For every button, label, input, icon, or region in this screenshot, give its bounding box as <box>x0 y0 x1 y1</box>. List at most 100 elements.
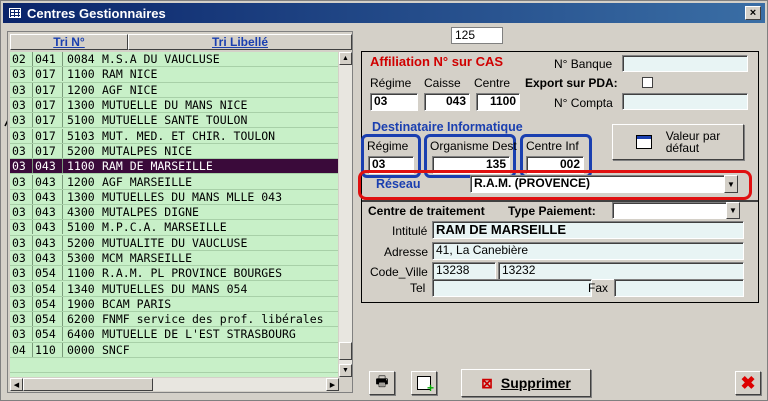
list-item[interactable]: 03 043 1300 MUTUELLES DU MANS MLLE 043 <box>10 189 338 205</box>
label-cell: M.P.C.A. MARSEILLE <box>102 220 227 235</box>
scroll-right-icon[interactable]: ▶ <box>326 378 339 391</box>
reseau-dropdown-icon[interactable]: ▼ <box>724 175 738 193</box>
centre-cell: 6200 <box>62 312 98 327</box>
label-cell: SNCF <box>102 342 130 357</box>
list-item[interactable]: 03 054 1900 BCAM PARIS <box>10 296 338 313</box>
label-cell: MUT. MED. ET CHIR. TOULON <box>102 128 276 143</box>
caisse-cell: 041 <box>32 52 62 67</box>
region-cell: 03 <box>12 159 26 174</box>
region-cell: 03 <box>12 143 26 158</box>
list-item[interactable]: 03 054 6200 FNMF service des prof. libérale… <box>10 312 338 328</box>
list-item[interactable]: 03 017 1100 RAM NICE <box>10 67 338 83</box>
adresse-field[interactable]: 41, La Canebière <box>432 242 744 260</box>
caisse-cell: 017 <box>32 143 62 158</box>
scroll-up-icon[interactable]: ▲ <box>339 52 352 65</box>
caisse-cell: 043 <box>32 235 62 250</box>
list-item[interactable]: 03 054 1340 MUTUELLES DU MANS 054 <box>10 281 338 297</box>
scroll-thumb[interactable] <box>339 342 352 360</box>
centres-list-panel: Tri N° Tri Libellé 02 041 0084 M.S.A DU VAU… <box>7 31 353 393</box>
app-icon <box>9 8 21 18</box>
reseau-label: Réseau <box>376 177 421 191</box>
label-cell: MUTUELLE DU MANS NICE <box>102 98 248 113</box>
scroll-down-icon[interactable]: ▼ <box>339 364 352 377</box>
list-item[interactable]: 03 017 5100 MUTUELLE SANTE TOULON <box>10 113 338 129</box>
list-item[interactable]: 04 110 0000 SNCF <box>10 342 338 358</box>
ville-field[interactable]: 13232 <box>498 262 744 280</box>
intitule-field[interactable]: RAM DE MARSEILLE <box>432 221 744 239</box>
caisse-field[interactable]: 043 <box>424 93 470 111</box>
caisse-cell: 043 <box>32 174 62 189</box>
window-close-button[interactable]: × <box>745 6 761 20</box>
list-item[interactable]: 03 017 1200 AGF NICE <box>10 82 338 98</box>
fax-label: Fax <box>588 281 609 295</box>
type-paiement-dropdown-icon[interactable]: ▼ <box>726 202 740 219</box>
list-horizontal-scrollbar[interactable]: ◀ ▶ <box>10 378 339 391</box>
region-cell: 03 <box>12 281 26 296</box>
list-item[interactable]: 03 043 5200 MUTUALITE DU VAUCLUSE <box>10 235 338 251</box>
list-item[interactable]: 03 043 1100 RAM DE MARSEILLE <box>10 159 338 175</box>
code-field[interactable]: 13238 <box>432 262 496 280</box>
list-item[interactable]: 03 043 1200 AGF MARSEILLE <box>10 174 338 190</box>
close-form-button[interactable]: ✖ <box>735 371 761 395</box>
window: Centres Gestionnaires × Tri N° Tri Libel… <box>0 0 768 401</box>
caisse-cell: 110 <box>32 342 62 357</box>
list-vertical-scrollbar[interactable]: ▲ ▼ <box>339 52 352 377</box>
label-cell: RAM DE MARSEILLE <box>102 159 213 174</box>
region-cell: 03 <box>12 113 26 128</box>
centre-cell: 5300 <box>62 251 98 265</box>
type-paiement-label: Type Paiement: <box>508 204 596 218</box>
reseau-select[interactable]: R.A.M. (PROVENCE) <box>470 175 726 193</box>
hscroll-thumb[interactable] <box>23 378 153 391</box>
delete-label: Supprimer <box>500 375 571 391</box>
list-item[interactable]: 02 041 0084 M.S.A DU VAUCLUSE <box>10 52 338 68</box>
caisse-cell: 043 <box>32 189 62 204</box>
record-number: 125 <box>451 27 503 44</box>
region-cell: 02 <box>12 52 26 67</box>
centre-field[interactable]: 1100 <box>476 93 520 111</box>
fax-field[interactable] <box>614 279 744 297</box>
compta-field[interactable] <box>622 93 748 110</box>
region-cell: 03 <box>12 266 26 281</box>
window-title: Centres Gestionnaires <box>27 5 166 21</box>
list-item[interactable]: 03 017 1300 MUTUELLE DU MANS NICE <box>10 98 338 114</box>
region-cell: 03 <box>12 67 26 82</box>
tel-field[interactable] <box>432 279 592 297</box>
export-pda-checkbox[interactable] <box>642 77 653 88</box>
list-item[interactable]: 03 054 6400 MUTUELLE DE L'EST STRASBOURG <box>10 327 338 343</box>
list-item[interactable]: 03 043 5100 M.P.C.A. MARSEILLE <box>10 220 338 236</box>
default-value-button[interactable]: Valeur par défaut <box>612 124 744 160</box>
print-button[interactable]: 🖶 <box>369 371 395 395</box>
list-item[interactable]: 03 043 4300 MUTALPES DIGNE <box>10 205 338 221</box>
list-item[interactable]: 03 043 5300 MCM MARSEILLE <box>10 251 338 267</box>
sort-by-number-header[interactable]: Tri N° <box>10 34 128 50</box>
centres-list[interactable]: 02 041 0084 M.S.A DU VAUCLUSE 03 017 1100 RAM N… <box>10 52 338 377</box>
centre-cell: 1300 <box>62 189 98 204</box>
new-record-icon: + <box>417 376 434 394</box>
scroll-left-icon[interactable]: ◀ <box>10 378 23 391</box>
organisme-label: Organisme Dest <box>430 139 517 153</box>
banque-label: N° Banque <box>554 57 613 71</box>
list-item[interactable]: 03 017 5200 MUTALPES NICE <box>10 143 338 160</box>
caisse-cell: 017 <box>32 82 62 97</box>
regime-field[interactable]: 03 <box>370 93 418 111</box>
caisse-cell: 043 <box>32 220 62 235</box>
region-cell: 03 <box>12 296 26 311</box>
caisse-cell: 054 <box>32 296 62 311</box>
label-cell: MUTUELLES DU MANS 054 <box>102 281 248 296</box>
banque-field[interactable] <box>622 55 748 72</box>
centre-cell: 0084 <box>62 52 98 67</box>
list-item[interactable]: 03 054 1100 R.A.M. PL PROVINCE BOURGES <box>10 266 338 282</box>
centre-cell: 1100 <box>62 67 98 82</box>
centre-inf-label: Centre Inf <box>526 139 579 153</box>
centre-label: Centre <box>474 76 511 90</box>
label-cell: MUTALPES NICE <box>102 143 193 158</box>
centre-cell: 6400 <box>62 327 98 342</box>
sort-by-label-header[interactable]: Tri Libellé <box>128 34 352 50</box>
destinataire-title: Destinataire Informatique <box>372 120 523 134</box>
new-record-button[interactable]: + <box>411 371 437 395</box>
type-paiement-select[interactable] <box>612 202 728 219</box>
delete-button[interactable]: ⊠ Supprimer <box>461 369 591 397</box>
list-item[interactable]: 03 017 5103 MUT. MED. ET CHIR. TOULON <box>10 128 338 144</box>
list-item[interactable] <box>10 358 338 374</box>
printer-icon: 🖶 <box>375 373 389 389</box>
